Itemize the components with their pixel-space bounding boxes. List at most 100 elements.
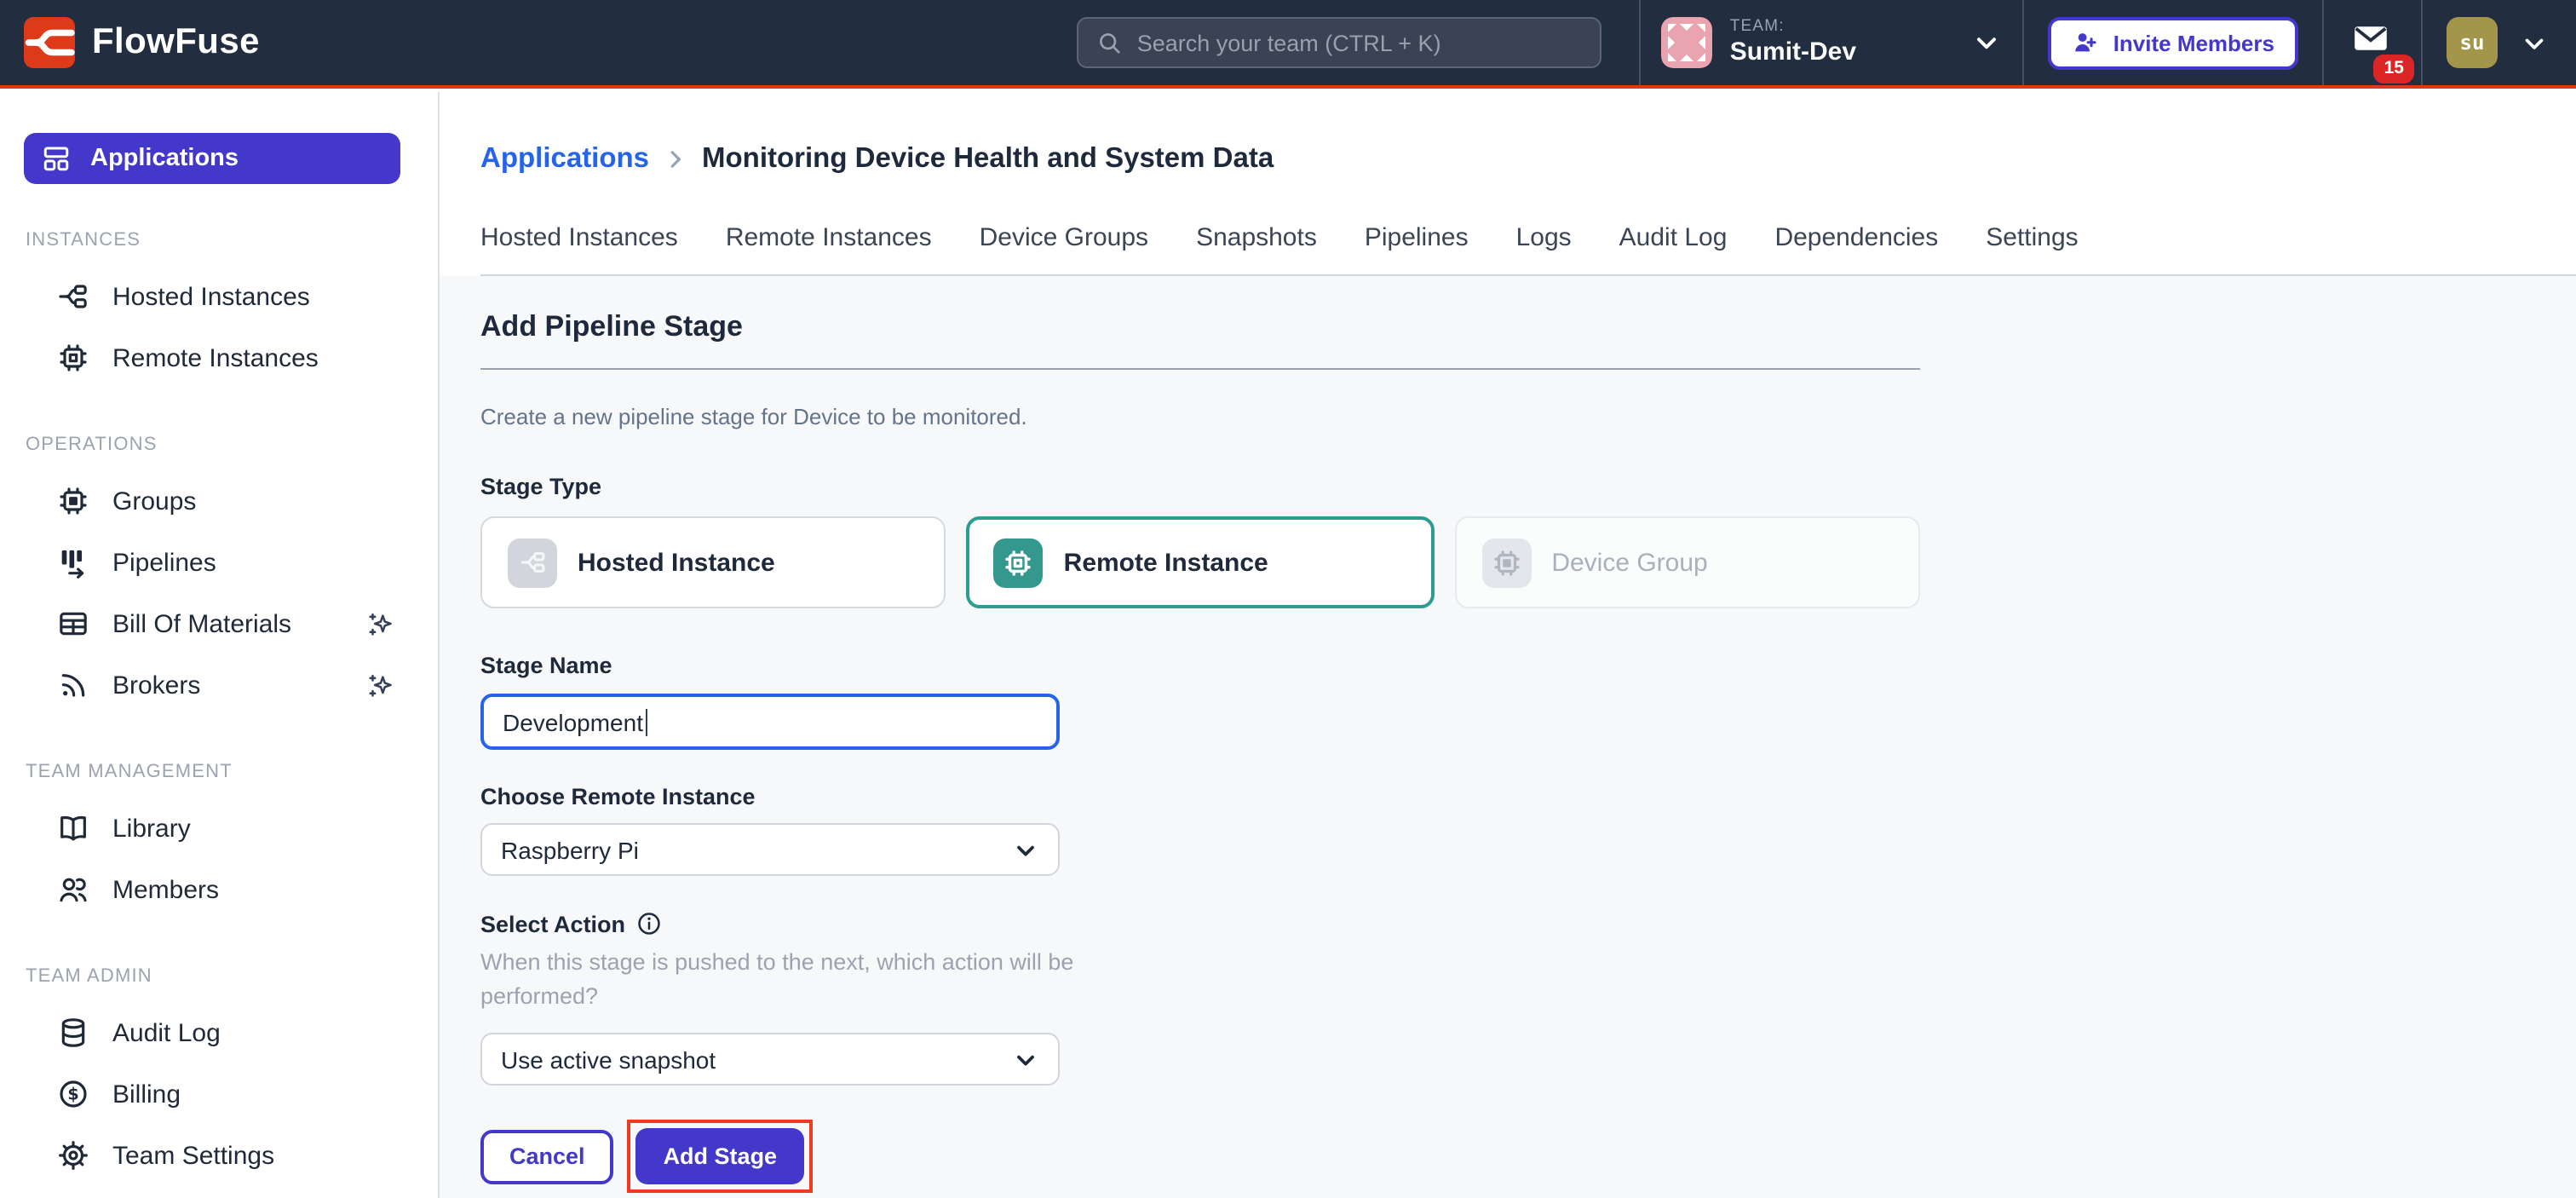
stage-type-option-device-group: Device Group	[1454, 516, 1920, 608]
sidebar: Applications INSTANCES Hosted Instances …	[0, 92, 440, 1198]
tab-logs[interactable]: Logs	[1516, 222, 1572, 256]
stage-type-option-label: Hosted Instance	[578, 548, 775, 577]
main-area: Applications Monitoring Device Health an…	[440, 92, 2576, 1198]
team-avatar	[1662, 17, 1713, 68]
sidebar-item-label: Billing	[112, 1080, 181, 1109]
sidebar-item-label: Hosted Instances	[112, 282, 310, 311]
notification-badge: 15	[2374, 55, 2414, 84]
sidebar-item-bill-of-materials[interactable]: Bill Of Materials	[0, 593, 438, 654]
tab-hosted-instances[interactable]: Hosted Instances	[480, 222, 678, 256]
team-selector[interactable]: TEAM: Sumit-Dev	[1642, 17, 2023, 68]
chevron-down-icon	[1012, 1045, 1039, 1073]
section-label-operations: OPERATIONS	[26, 435, 438, 455]
sidebar-item-brokers[interactable]: Brokers	[0, 654, 438, 716]
text-caret	[645, 708, 647, 735]
action-value: Use active snapshot	[501, 1045, 716, 1073]
section-label-instances: INSTANCES	[26, 230, 438, 251]
gear-icon	[56, 1138, 90, 1172]
stage-type-option-hosted-instance[interactable]: Hosted Instance	[480, 516, 946, 608]
sidebar-item-members[interactable]: Members	[0, 859, 438, 920]
chevron-down-icon	[1012, 836, 1039, 863]
flowfuse-logo-icon	[24, 17, 75, 68]
brokers-icon	[56, 668, 90, 702]
tab-audit-log[interactable]: Audit Log	[1619, 222, 1728, 256]
sidebar-item-remote-instances[interactable]: Remote Instances	[0, 327, 438, 389]
search-input[interactable]	[1137, 30, 1584, 55]
groups-icon	[56, 484, 90, 518]
search-icon	[1096, 29, 1124, 56]
invite-members-button[interactable]: Invite Members	[2049, 16, 2298, 69]
stage-name-label: Stage Name	[480, 653, 2535, 678]
sidebar-item-label: Brokers	[112, 671, 200, 700]
cancel-button[interactable]: Cancel	[480, 1129, 614, 1184]
brand[interactable]: FlowFuse	[0, 17, 260, 68]
form-description: Create a new pipeline stage for Device t…	[480, 404, 2535, 429]
breadcrumb: Applications Monitoring Device Health an…	[480, 140, 2576, 177]
sidebar-item-label: Remote Instances	[112, 343, 319, 372]
form-actions: Cancel Add Stage	[480, 1120, 2535, 1193]
sidebar-item-applications[interactable]: Applications	[24, 133, 400, 184]
stage-type-option-label: Remote Instance	[1064, 548, 1268, 577]
hosted-instances-icon	[56, 279, 90, 314]
sidebar-item-library[interactable]: Library	[0, 798, 438, 859]
tab-device-groups[interactable]: Device Groups	[980, 222, 1148, 256]
add-stage-button[interactable]: Add Stage	[636, 1128, 805, 1184]
title-divider	[480, 368, 1920, 370]
team-name: Sumit-Dev	[1730, 37, 1856, 67]
remote-instances-icon	[56, 341, 90, 375]
sidebar-item-hosted-instances[interactable]: Hosted Instances	[0, 266, 438, 327]
top-navbar: FlowFuse TEAM: Sumit-Dev	[0, 0, 2576, 89]
svg-text:$: $	[67, 1085, 78, 1104]
select-action-label-text: Select Action	[480, 911, 625, 936]
sidebar-item-groups[interactable]: Groups	[0, 470, 438, 532]
billing-icon: $	[56, 1077, 90, 1111]
mail-icon	[2351, 19, 2390, 58]
sparkles-icon	[365, 669, 397, 701]
remote-instance-label: Choose Remote Instance	[480, 784, 2535, 809]
tab-dependencies[interactable]: Dependencies	[1774, 222, 1938, 256]
chevron-down-icon	[1972, 27, 2003, 58]
breadcrumb-applications-link[interactable]: Applications	[480, 140, 649, 177]
device-group-icon	[1481, 538, 1531, 587]
sidebar-item-label: Pipelines	[112, 548, 216, 577]
library-icon	[56, 811, 90, 845]
stage-name-input[interactable]: Development	[480, 694, 1060, 750]
sidebar-item-team-settings[interactable]: Team Settings	[0, 1125, 438, 1186]
annotation-highlight-box: Add Stage	[628, 1120, 814, 1193]
sidebar-item-audit-log[interactable]: Audit Log	[0, 1002, 438, 1063]
tab-settings[interactable]: Settings	[1986, 222, 2078, 256]
info-icon[interactable]	[635, 910, 663, 937]
tab-snapshots[interactable]: Snapshots	[1196, 222, 1317, 256]
bill-of-materials-icon	[56, 607, 90, 641]
user-menu-chevron-icon[interactable]	[2520, 28, 2549, 57]
stage-type-option-remote-instance[interactable]: Remote Instance	[967, 516, 1435, 608]
sidebar-item-label: Groups	[112, 487, 196, 515]
add-pipeline-stage-form: Add Pipeline Stage Create a new pipeline…	[440, 276, 2576, 1193]
sidebar-item-billing[interactable]: $ Billing	[0, 1063, 438, 1125]
team-search[interactable]	[1078, 17, 1602, 68]
form-title: Add Pipeline Stage	[480, 310, 2535, 344]
sidebar-item-label: Library	[112, 814, 191, 843]
remote-instance-select[interactable]: Raspberry Pi	[480, 823, 1060, 876]
sparkles-icon	[365, 608, 397, 640]
remote-instance-icon	[994, 538, 1044, 587]
action-select[interactable]: Use active snapshot	[480, 1033, 1060, 1086]
page-header: Applications Monitoring Device Health an…	[440, 92, 2576, 276]
audit-log-icon	[56, 1016, 90, 1050]
tab-bar: Hosted Instances Remote Instances Device…	[480, 222, 2576, 276]
invite-members-label: Invite Members	[2113, 30, 2274, 55]
page-title: Monitoring Device Health and System Data	[702, 140, 1274, 177]
team-label: TEAM:	[1730, 19, 1856, 37]
tab-remote-instances[interactable]: Remote Instances	[726, 222, 932, 256]
pipelines-icon	[56, 545, 90, 579]
app-window: FlowFuse TEAM: Sumit-Dev	[0, 0, 2576, 1198]
sidebar-item-label: Bill Of Materials	[112, 609, 291, 638]
sidebar-item-label: Audit Log	[112, 1018, 221, 1047]
tab-pipelines[interactable]: Pipelines	[1365, 222, 1469, 256]
notifications-button[interactable]: 15	[2351, 19, 2390, 66]
user-avatar[interactable]: su	[2447, 17, 2498, 68]
brand-name: FlowFuse	[92, 22, 260, 63]
sidebar-item-pipelines[interactable]: Pipelines	[0, 532, 438, 593]
stage-type-label: Stage Type	[480, 474, 2535, 499]
sidebar-item-label: Members	[112, 875, 219, 904]
